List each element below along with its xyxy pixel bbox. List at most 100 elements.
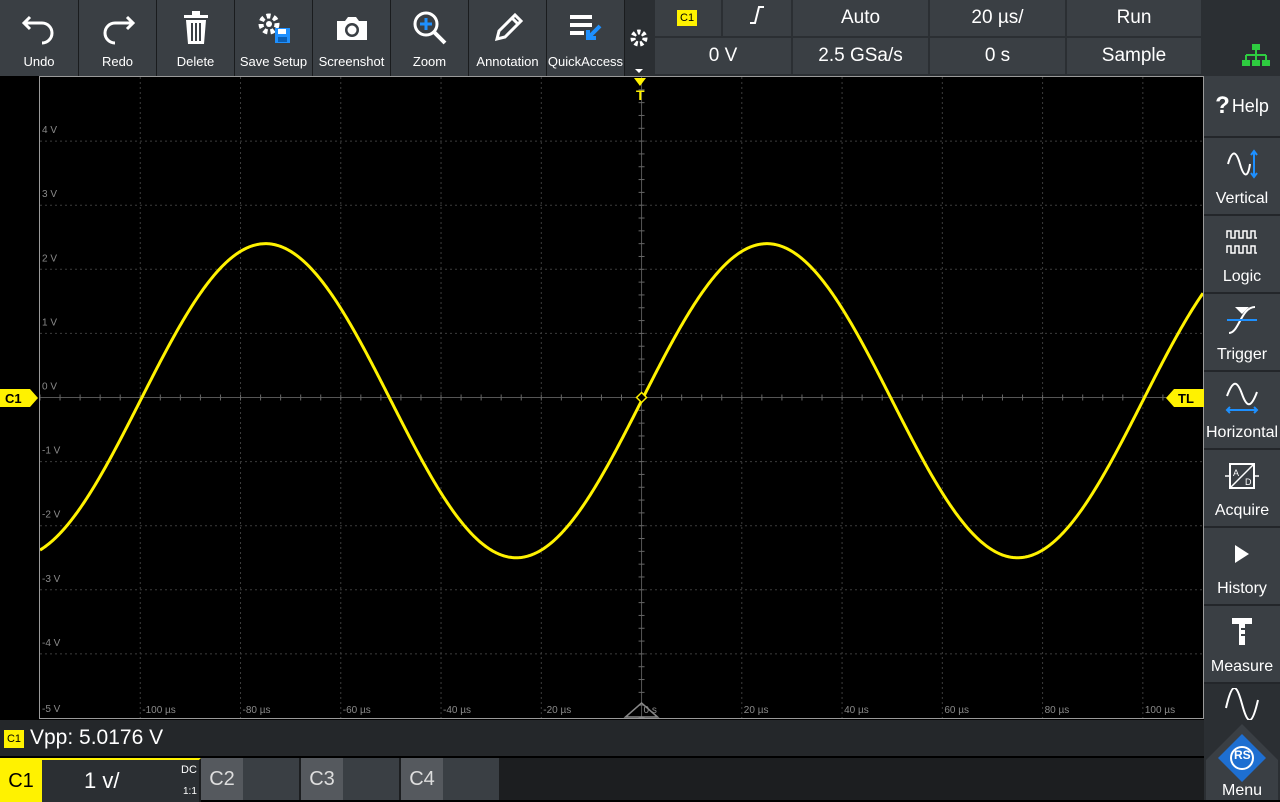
- y-tick-label: 3 V: [42, 189, 57, 200]
- channel-c4-tab[interactable]: C4: [401, 758, 501, 800]
- rising-edge-icon: [748, 5, 766, 31]
- annotation-button[interactable]: Annotation: [469, 0, 547, 76]
- acquire-icon: AD: [1225, 450, 1259, 502]
- trigger-mode-cell[interactable]: Auto: [793, 0, 928, 36]
- play-icon: [1232, 528, 1252, 580]
- measurement-bar: C1 Vpp: 5.0176 V: [0, 720, 1204, 756]
- channel-c3-label: C3: [301, 758, 343, 800]
- y-tick-label: -5 V: [42, 704, 61, 715]
- channel-c4-label: C4: [401, 758, 443, 800]
- trigger-slope-cell[interactable]: [723, 0, 791, 36]
- redo-arrow-icon: [101, 8, 135, 48]
- trigger-label: Trigger: [1216, 346, 1268, 363]
- horizontal-button[interactable]: Horizontal: [1204, 372, 1280, 450]
- x-tick-label: 60 µs: [944, 705, 969, 716]
- x-tick-label: -80 µs: [243, 705, 271, 716]
- undo-button[interactable]: Undo: [0, 0, 79, 76]
- pencil-icon: [491, 8, 525, 48]
- undo-arrow-icon: [22, 8, 56, 48]
- waveform-grid: 4 V 3 V 2 V 1 V 0 V -1 V -2 V -3 V -4 V -5 V -100 …: [40, 77, 1203, 718]
- acquire-mode-cell[interactable]: Sample: [1067, 38, 1201, 74]
- x-tick-label: 80 µs: [1045, 705, 1070, 716]
- y-tick-label: -4 V: [42, 638, 61, 649]
- measure-button[interactable]: Measure: [1204, 606, 1280, 684]
- channel-c1-scale: 1 v/: [84, 768, 120, 793]
- gear-icon: [629, 28, 649, 53]
- y-tick-label: -3 V: [42, 574, 61, 585]
- trigger-icon: [1225, 294, 1259, 346]
- y-tick-label: 2 V: [42, 253, 57, 264]
- y-tick-label: 4 V: [42, 125, 57, 136]
- logic-icon: [1226, 216, 1258, 268]
- logic-button[interactable]: Logic: [1204, 216, 1280, 294]
- help-button[interactable]: ? Help: [1204, 76, 1280, 138]
- screenshot-label: Screenshot: [318, 54, 385, 69]
- trigger-position-marker[interactable]: T: [632, 78, 648, 104]
- measure-label: Measure: [1210, 658, 1274, 675]
- right-panel: ? Help Vertical Logic Trigger Horizontal…: [1204, 76, 1280, 800]
- delete-button[interactable]: Delete: [157, 0, 235, 76]
- zoom-label: Zoom: [412, 54, 447, 69]
- channel-c2-tab[interactable]: C2: [201, 758, 301, 800]
- channel-c3-tab[interactable]: C3: [301, 758, 401, 800]
- waveform-trace-c1: [40, 242, 1203, 560]
- waveform-display[interactable]: 4 V 3 V 2 V 1 V 0 V -1 V -2 V -3 V -4 V -5 V -100 …: [39, 76, 1204, 719]
- x-tick-label: -40 µs: [443, 705, 471, 716]
- network-icon: [1240, 44, 1272, 73]
- history-label: History: [1217, 580, 1267, 597]
- channel-bar: C1 1 v/ DC 1:1 C2 C3 C4: [0, 758, 1204, 802]
- toolbar-settings-button[interactable]: [625, 0, 653, 76]
- x-tick-label: 20 µs: [744, 705, 769, 716]
- menu-button[interactable]: RS Menu: [1204, 720, 1280, 800]
- redo-button[interactable]: Redo: [79, 0, 157, 76]
- vertical-button[interactable]: Vertical: [1204, 138, 1280, 216]
- y-tick-label: -2 V: [42, 510, 61, 521]
- channel-marker-label: C1: [5, 390, 22, 406]
- svg-text:D: D: [1245, 477, 1252, 487]
- channel-c1-offset-marker[interactable]: C1: [0, 389, 38, 407]
- channel-c2-label: C2: [201, 758, 243, 800]
- x-tick-label: 100 µs: [1145, 705, 1175, 716]
- save-setup-label: Save Setup: [239, 54, 308, 69]
- trigger-button[interactable]: Trigger: [1204, 294, 1280, 372]
- y-tick-label: 0 V: [42, 382, 57, 393]
- channel-c1-coupling: DC: [181, 764, 197, 776]
- trigger-level-marker[interactable]: TL: [1164, 389, 1204, 407]
- trigger-level-label: TL: [1178, 390, 1194, 406]
- quickaccess-label: QuickAccess: [547, 54, 624, 69]
- save-setup-icon: [256, 8, 292, 48]
- x-tick-label: -20 µs: [543, 705, 571, 716]
- vertical-label: Vertical: [1215, 190, 1269, 207]
- history-button[interactable]: History: [1204, 528, 1280, 606]
- rohde-schwarz-logo: RS: [1234, 748, 1251, 762]
- y-tick-label: -1 V: [42, 446, 61, 457]
- camera-icon: [335, 8, 369, 48]
- acquire-button[interactable]: AD Acquire: [1204, 450, 1280, 528]
- quickaccess-button[interactable]: QuickAccess: [547, 0, 625, 76]
- channel-c1-ratio: 1:1: [183, 786, 197, 797]
- trigger-source-cell[interactable]: C1: [655, 0, 721, 36]
- timebase-cell[interactable]: 20 µs/: [930, 0, 1065, 36]
- trash-icon: [181, 8, 211, 48]
- run-state-cell[interactable]: Run: [1067, 0, 1201, 36]
- horizontal-label: Horizontal: [1205, 424, 1279, 441]
- trigger-level-cell[interactable]: 0 V: [655, 38, 791, 74]
- measurement-channel-badge: C1: [4, 730, 24, 748]
- x-tick-label: -100 µs: [142, 705, 176, 716]
- screenshot-button[interactable]: Screenshot: [313, 0, 391, 76]
- delete-label: Delete: [176, 54, 215, 69]
- x-tick-label: -60 µs: [343, 705, 371, 716]
- save-setup-button[interactable]: Save Setup: [235, 0, 313, 76]
- redo-label: Redo: [101, 54, 134, 69]
- horizontal-icon: [1225, 372, 1259, 424]
- zoom-button[interactable]: Zoom: [391, 0, 469, 76]
- undo-label: Undo: [23, 54, 55, 69]
- zoom-in-icon: [412, 8, 448, 48]
- sample-rate-cell[interactable]: 2.5 GSa/s: [793, 38, 928, 74]
- help-label: Help: [1231, 95, 1269, 116]
- help-icon: ?: [1215, 92, 1230, 119]
- channel-c1-tab[interactable]: C1 1 v/ DC 1:1: [0, 758, 201, 802]
- horizontal-position-cell[interactable]: 0 s: [930, 38, 1065, 74]
- annotation-label: Annotation: [476, 54, 539, 69]
- measurement-result[interactable]: Vpp: 5.0176 V: [30, 726, 163, 750]
